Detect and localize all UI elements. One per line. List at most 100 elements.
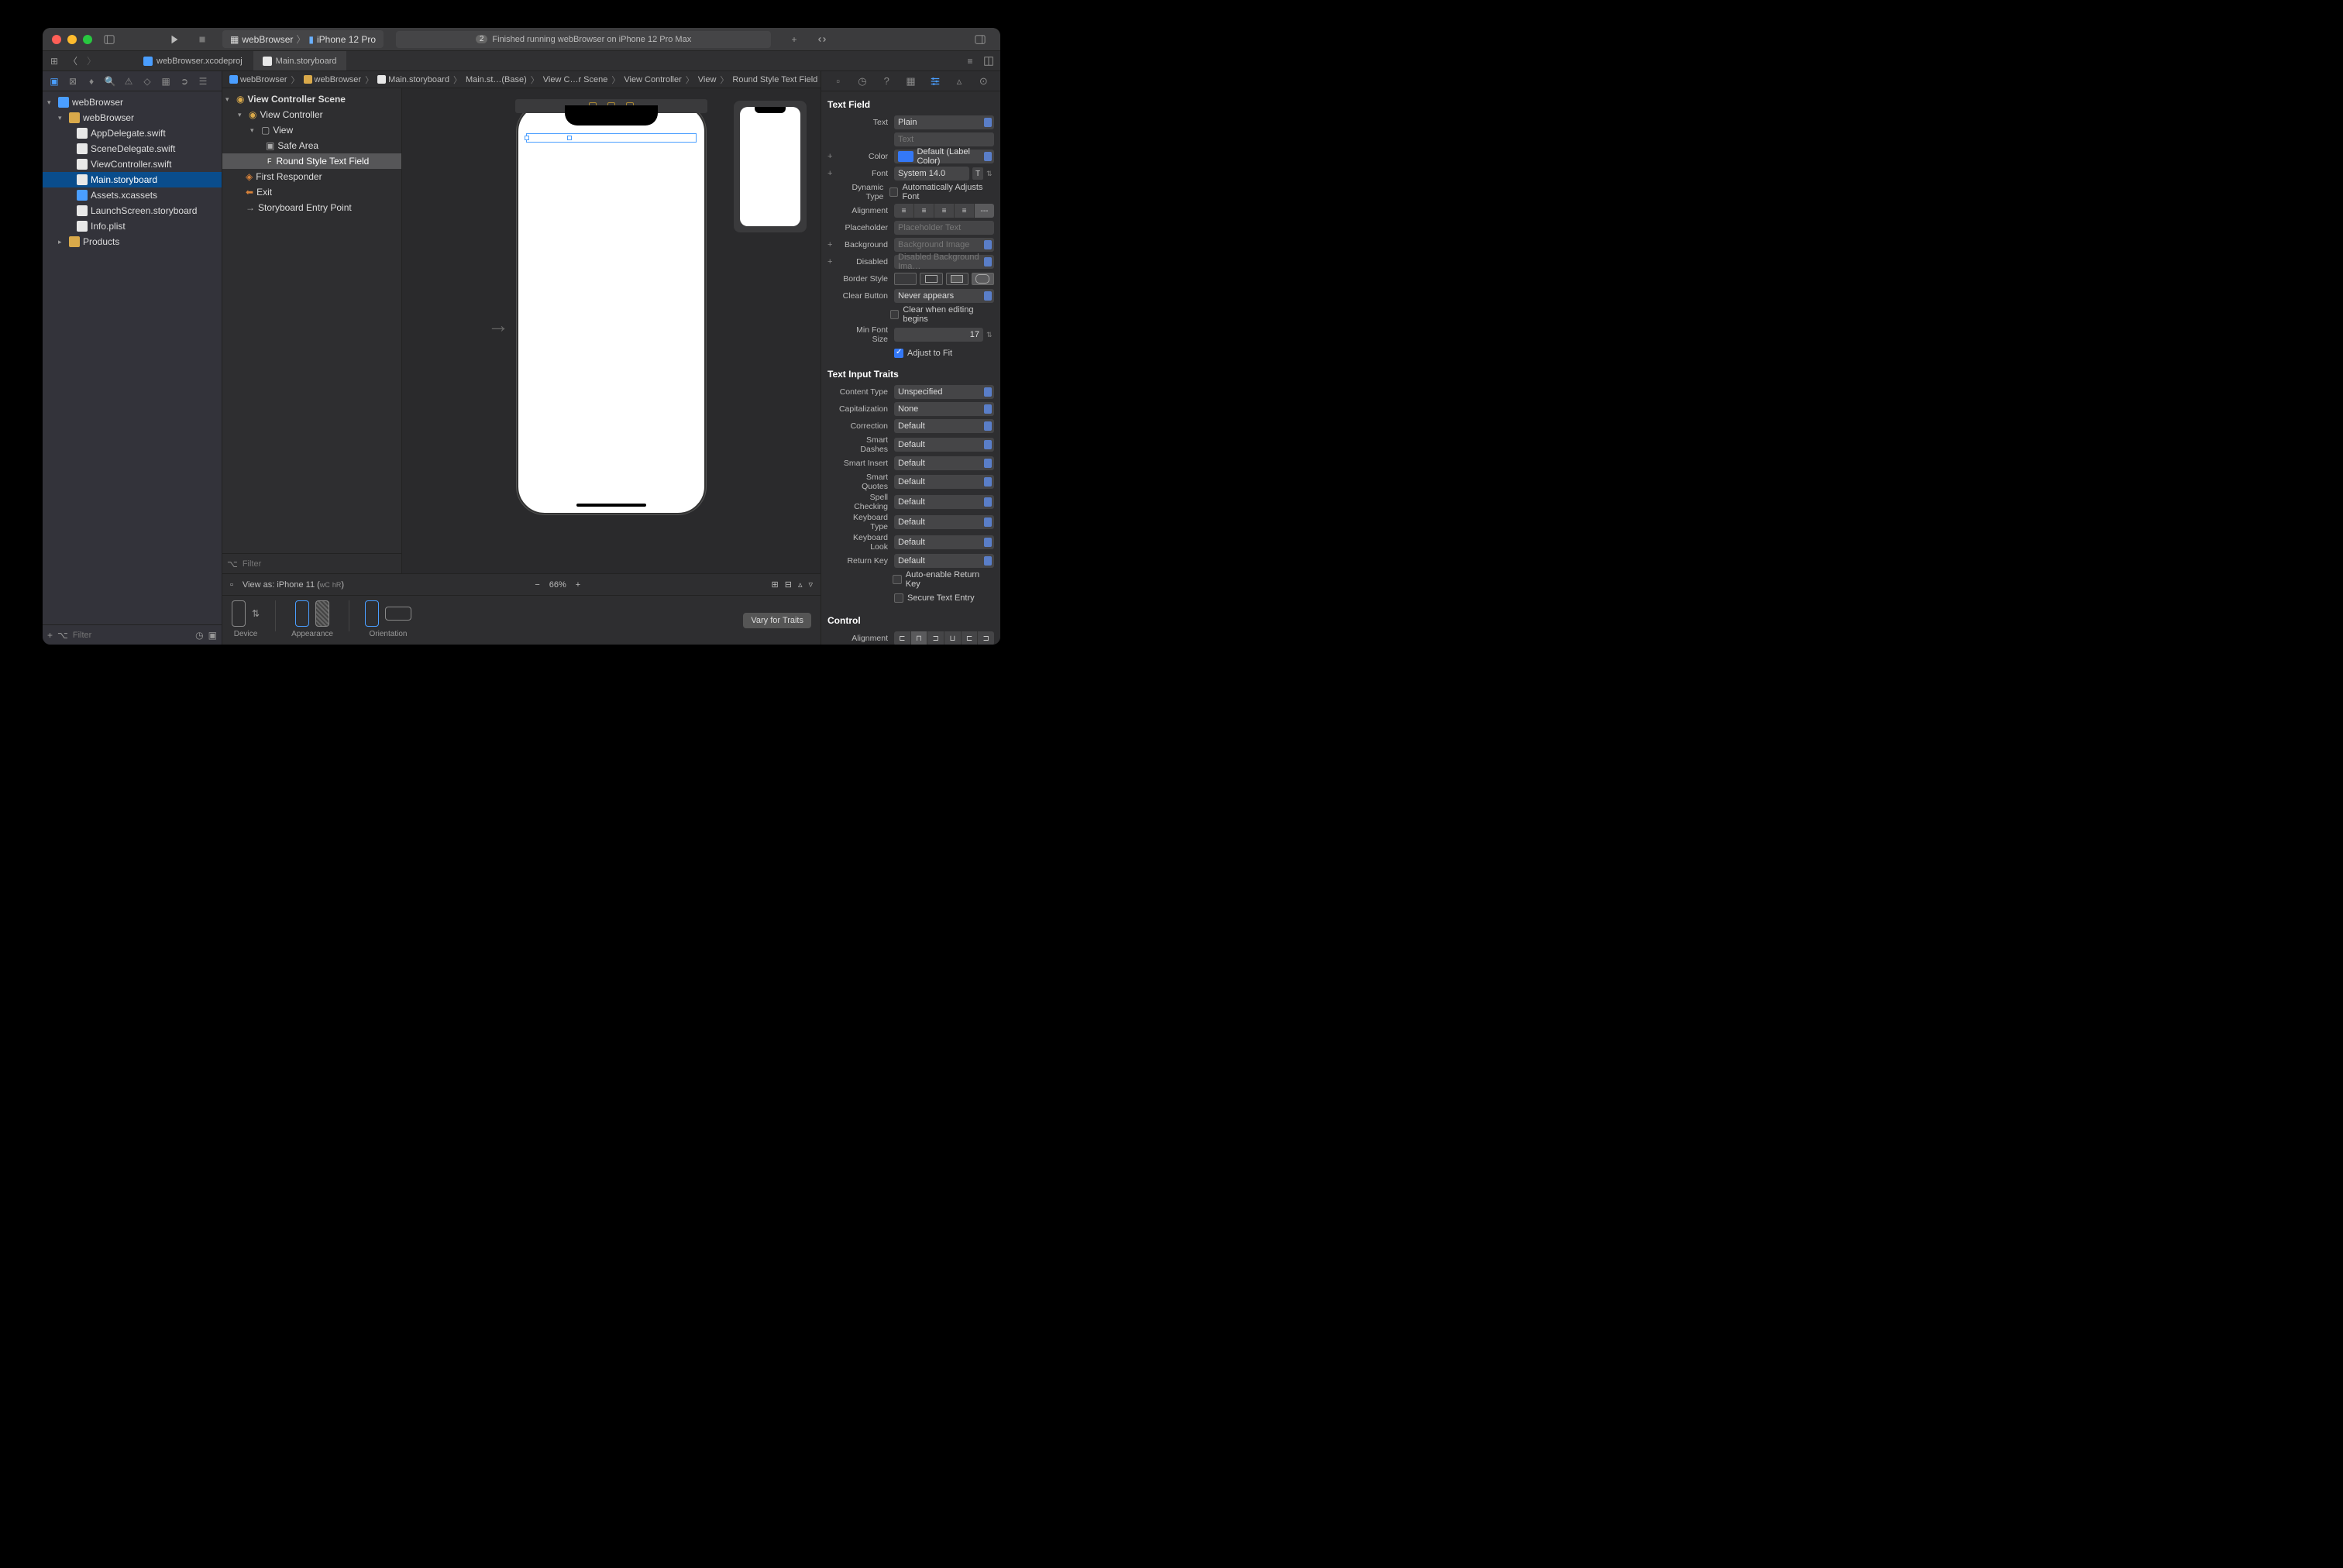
text-value-input[interactable]: Text — [894, 132, 994, 146]
filter-icon[interactable]: ⌥ — [57, 630, 68, 641]
text-type-dropdown[interactable]: Plain — [894, 115, 994, 129]
outline-scene[interactable]: ▾ ◉ View Controller Scene — [222, 91, 401, 107]
adjust-editor-icon[interactable] — [980, 53, 997, 70]
disclosure-icon[interactable]: ▾ — [58, 114, 66, 122]
spell-check-dropdown[interactable]: Default — [894, 495, 994, 509]
tree-root[interactable]: ▾ webBrowser — [43, 95, 222, 110]
issue-nav-icon[interactable]: ⚠ — [122, 74, 136, 88]
placeholder-input[interactable]: Placeholder Text — [894, 221, 994, 235]
add-trait-icon[interactable]: + — [827, 240, 835, 249]
orientation-portrait[interactable] — [365, 600, 379, 627]
zoom-window[interactable] — [83, 35, 92, 44]
return-key-dropdown[interactable]: Default — [894, 554, 994, 568]
selected-text-field[interactable] — [526, 133, 697, 143]
minimize-window[interactable] — [67, 35, 77, 44]
debug-nav-icon[interactable]: ▦ — [159, 74, 173, 88]
align-tool-icon[interactable]: ⊞ — [772, 579, 779, 590]
jump-seg[interactable]: Round Style Text Field — [730, 75, 820, 84]
min-font-stepper[interactable]: ⇅ — [986, 331, 994, 339]
orientation-picker[interactable]: Orientation — [365, 600, 411, 638]
smart-quotes-dropdown[interactable]: Default — [894, 475, 994, 489]
filter-icon[interactable]: ⌥ — [227, 559, 238, 569]
appearance-dark[interactable] — [315, 600, 329, 627]
min-font-input[interactable]: 17 — [894, 328, 983, 342]
jump-seg[interactable]: webBrowser — [227, 75, 290, 84]
orientation-landscape[interactable] — [385, 607, 411, 621]
disclosure-icon[interactable]: ▾ — [47, 98, 55, 107]
clear-editing-checkbox[interactable]: Clear when editing begins — [890, 305, 994, 324]
project-nav-icon[interactable]: ▣ — [47, 74, 61, 88]
embed-tool-icon[interactable]: ▿ — [808, 579, 813, 590]
nav-back-icon[interactable]: 〈 — [64, 53, 81, 70]
dynamic-type-checkbox[interactable]: Automatically Adjusts Font — [889, 183, 994, 201]
add-trait-icon[interactable]: + — [827, 169, 835, 178]
editor-options-icon[interactable]: ≡ — [962, 53, 979, 70]
source-control-nav-icon[interactable]: ⊠ — [66, 74, 80, 88]
attributes-inspector-icon[interactable] — [927, 74, 943, 89]
toggle-inspector-icon[interactable] — [969, 32, 991, 47]
appearance-light[interactable] — [295, 600, 309, 627]
outline-first-responder[interactable]: ◈ First Responder — [222, 169, 401, 184]
view-as-label[interactable]: View as: iPhone 11 (wC hR) — [243, 580, 344, 590]
border-rounded[interactable] — [972, 273, 994, 285]
color-dropdown[interactable]: Default (Label Color) — [894, 150, 994, 163]
tree-file[interactable]: Assets.xcassets — [43, 187, 222, 203]
secure-entry-checkbox[interactable]: Secure Text Entry — [894, 593, 975, 603]
keyboard-look-dropdown[interactable]: Default — [894, 535, 994, 549]
tree-file[interactable]: ViewController.swift — [43, 156, 222, 172]
history-inspector-icon[interactable]: ◷ — [855, 74, 870, 89]
related-items-icon[interactable]: ⊞ — [46, 53, 63, 70]
help-inspector-icon[interactable]: ? — [879, 74, 894, 89]
outline-view[interactable]: ▾ ▢ View — [222, 122, 401, 138]
file-inspector-icon[interactable]: ▫ — [831, 74, 846, 89]
outline-vc[interactable]: ▾ ◉ View Controller — [222, 107, 401, 122]
outline-filter-input[interactable] — [243, 559, 397, 569]
border-none[interactable] — [894, 273, 917, 285]
adjust-fit-checkbox[interactable]: Adjust to Fit — [894, 349, 952, 358]
tree-group[interactable]: ▸ Products — [43, 234, 222, 249]
clear-button-dropdown[interactable]: Never appears — [894, 289, 994, 303]
resize-handle[interactable] — [567, 136, 572, 140]
disclosure-icon[interactable]: ▾ — [250, 126, 258, 135]
pin-tool-icon[interactable]: ⊟ — [785, 579, 792, 590]
device-chevron-icon[interactable]: ⇅ — [252, 608, 260, 619]
alignment-segments[interactable]: ≡≡≡≡--- — [894, 204, 994, 218]
zoom-out-icon[interactable]: − — [535, 580, 539, 590]
jump-seg[interactable]: Main.st…(Base) — [463, 75, 529, 84]
jump-seg[interactable]: View C…r Scene — [541, 75, 611, 84]
size-inspector-icon[interactable]: ▵ — [951, 74, 967, 89]
h-align-segments[interactable]: ⊏⊓⊐⊔⊏⊐ — [894, 631, 994, 645]
device-picker[interactable]: ⇅ Device — [232, 600, 260, 638]
vary-for-traits-button[interactable]: Vary for Traits — [743, 613, 811, 628]
symbol-nav-icon[interactable]: ♦ — [84, 74, 98, 88]
border-bezel[interactable] — [946, 273, 969, 285]
close-window[interactable] — [52, 35, 61, 44]
jump-bar[interactable]: webBrowser〉 webBrowser〉 Main.storyboard〉… — [222, 71, 821, 88]
ib-canvas[interactable]: → — [402, 88, 821, 573]
code-review-icon[interactable] — [811, 32, 833, 47]
add-icon[interactable]: + — [47, 630, 53, 641]
border-line[interactable] — [920, 273, 942, 285]
border-style-segments[interactable] — [894, 273, 994, 285]
report-nav-icon[interactable]: ☰ — [196, 74, 210, 88]
outline-tree[interactable]: ▾ ◉ View Controller Scene ▾ ◉ View Contr… — [222, 88, 401, 553]
jump-seg[interactable]: View — [696, 75, 719, 84]
background-dropdown[interactable]: Background Image — [894, 238, 994, 252]
auto-return-checkbox[interactable]: Auto-enable Return Key — [893, 570, 994, 589]
stop-button[interactable] — [191, 32, 213, 47]
outline-safearea[interactable]: ▣ Safe Area — [222, 138, 401, 153]
tree-file[interactable]: Info.plist — [43, 218, 222, 234]
correction-dropdown[interactable]: Default — [894, 419, 994, 433]
recent-icon[interactable]: ◷ — [195, 630, 203, 641]
scheme-selector[interactable]: ▦ webBrowser 〉 ▮ iPhone 12 Pro — [222, 30, 384, 48]
file-tree[interactable]: ▾ webBrowser ▾ webBrowser AppDelegate.sw… — [43, 91, 222, 624]
outline-toggle-icon[interactable]: ▫ — [230, 580, 233, 590]
resolve-tool-icon[interactable]: ▵ — [798, 579, 803, 590]
disclosure-icon[interactable]: ▾ — [238, 111, 246, 119]
tree-file[interactable]: AppDelegate.swift — [43, 126, 222, 141]
device-option[interactable] — [232, 600, 246, 627]
smart-dashes-dropdown[interactable]: Default — [894, 438, 994, 452]
outline-textfield[interactable]: F Round Style Text Field — [222, 153, 401, 169]
identity-inspector-icon[interactable]: ▦ — [903, 74, 918, 89]
library-button[interactable]: + — [783, 32, 805, 47]
